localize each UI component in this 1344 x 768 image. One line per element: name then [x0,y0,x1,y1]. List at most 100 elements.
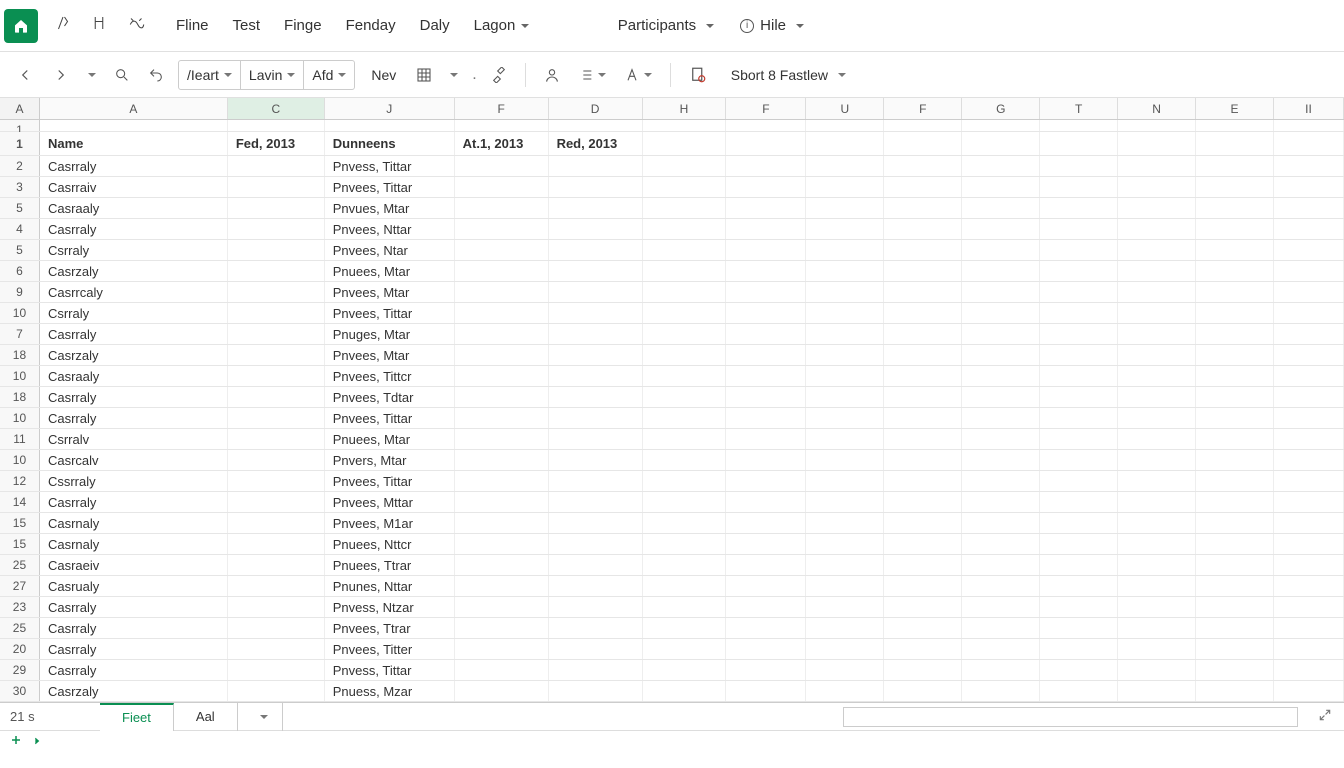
cell[interactable] [1196,303,1274,323]
cell[interactable] [884,324,962,344]
cell[interactable] [1274,120,1344,131]
cell[interactable] [1196,177,1274,197]
cell[interactable] [1196,429,1274,449]
row-header[interactable]: 20 [0,639,40,659]
cell[interactable] [726,534,806,554]
cell[interactable]: Pnunes, Nttar [325,576,455,596]
undo-button[interactable] [144,67,168,83]
cell[interactable] [549,471,643,491]
cell[interactable] [549,555,643,575]
cell[interactable] [643,120,727,131]
cell[interactable]: Pnvees, Mtar [325,345,455,365]
cell[interactable] [549,681,643,701]
cell[interactable] [806,198,884,218]
row-header[interactable]: 4 [0,219,40,239]
cell[interactable]: Pnuees, Nttcr [325,534,455,554]
row-header[interactable]: 18 [0,387,40,407]
cell[interactable] [549,534,643,554]
cell[interactable] [1196,681,1274,701]
cell[interactable] [643,408,727,428]
cell[interactable] [884,639,962,659]
cell[interactable] [1274,198,1344,218]
cell[interactable] [962,513,1040,533]
cell[interactable] [884,177,962,197]
cell[interactable]: Pnvess, Tittar [325,660,455,680]
cell[interactable] [1274,534,1344,554]
cell[interactable] [1040,492,1118,512]
cell[interactable] [962,492,1040,512]
cell[interactable] [884,408,962,428]
cell[interactable] [726,450,806,470]
cell[interactable] [1040,576,1118,596]
cell[interactable] [1118,429,1196,449]
cell[interactable] [806,303,884,323]
cell[interactable] [1274,597,1344,617]
style-combo[interactable]: Lavin [241,61,304,89]
cell[interactable] [962,345,1040,365]
cell[interactable] [643,492,727,512]
cell[interactable] [962,240,1040,260]
cell[interactable] [1118,681,1196,701]
cell[interactable] [643,576,727,596]
cell[interactable] [1040,618,1118,638]
cell[interactable]: Fed, 2013 [228,132,325,155]
cell[interactable] [1040,534,1118,554]
col-header-F[interactable]: F [726,98,806,119]
cell[interactable] [1274,282,1344,302]
cell[interactable]: Red, 2013 [549,132,643,155]
row-header[interactable]: 10 [0,408,40,428]
cell[interactable] [325,120,455,131]
add-sheet-icon[interactable] [10,733,22,751]
cell[interactable] [962,408,1040,428]
cell[interactable] [1040,219,1118,239]
cell[interactable] [884,492,962,512]
cell[interactable] [806,324,884,344]
cell[interactable] [806,618,884,638]
cell[interactable] [228,177,325,197]
cell[interactable] [1196,450,1274,470]
cell[interactable] [962,597,1040,617]
row-header[interactable]: 6 [0,261,40,281]
footer-input[interactable] [843,707,1298,727]
cell[interactable] [455,681,549,701]
cell[interactable] [726,156,806,176]
cell[interactable] [643,324,727,344]
cell[interactable] [643,660,727,680]
cell[interactable] [228,597,325,617]
cell[interactable] [962,429,1040,449]
cell[interactable] [884,660,962,680]
cell[interactable] [1040,471,1118,491]
cell[interactable]: Pnvees, Tdtar [325,387,455,407]
cell[interactable] [726,618,806,638]
cell[interactable] [455,618,549,638]
cell[interactable] [228,366,325,386]
search-button[interactable] [110,67,134,83]
cell[interactable] [643,177,727,197]
cell[interactable] [549,120,643,131]
cell[interactable] [726,366,806,386]
cell[interactable] [549,156,643,176]
cell[interactable] [726,387,806,407]
cell[interactable]: Cаsrraly [40,618,228,638]
cell[interactable] [228,261,325,281]
expand-icon[interactable] [1318,708,1332,725]
cell[interactable] [549,408,643,428]
row-header[interactable]: 5 [0,198,40,218]
grid-dropdown[interactable] [446,71,462,79]
cell[interactable] [884,303,962,323]
menu-finge[interactable]: Finge [284,17,322,34]
cell[interactable]: Casraaly [40,366,228,386]
cell[interactable]: Name [40,132,228,155]
cell[interactable] [806,156,884,176]
cell[interactable] [726,324,806,344]
cell[interactable] [549,513,643,533]
cell[interactable] [643,450,727,470]
cell[interactable] [884,618,962,638]
sheet-tab-1[interactable]: Fieet [100,703,174,731]
cell[interactable] [643,198,727,218]
cell[interactable] [884,345,962,365]
cell[interactable] [1274,408,1344,428]
cell[interactable] [962,132,1040,155]
row-header[interactable]: 12 [0,471,40,491]
cell[interactable] [1118,303,1196,323]
